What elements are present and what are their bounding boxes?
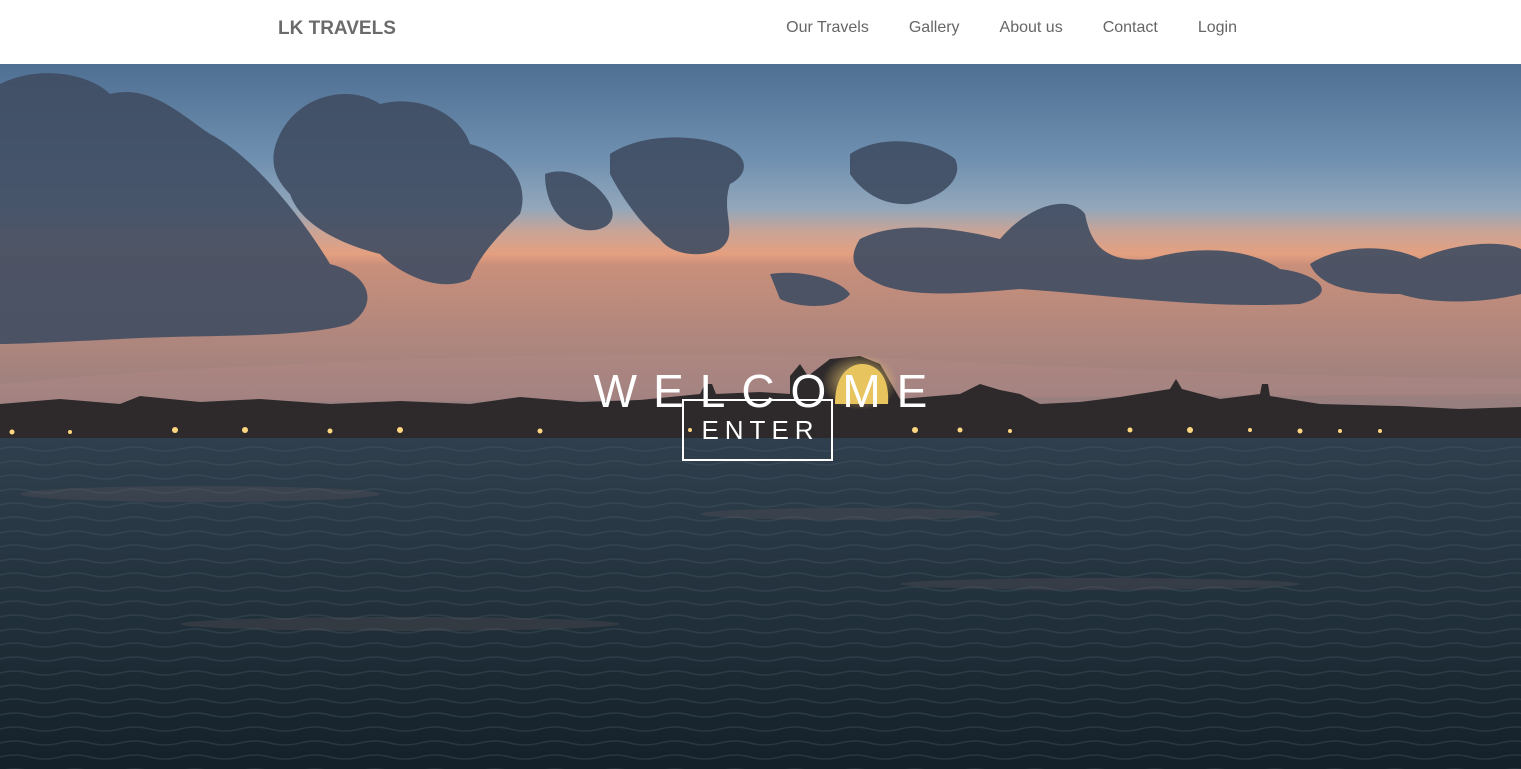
brand-logo-link[interactable]: LK TRAVELS [278, 18, 396, 40]
nav-link-our-travels[interactable]: Our Travels [786, 18, 869, 38]
nav-links: Our Travels Gallery About us Contact Log… [746, 18, 1237, 38]
hero-section: WELCOME ENTER [0, 64, 1521, 769]
nav-link-login[interactable]: Login [1198, 18, 1237, 38]
nav-link-about-us[interactable]: About us [1000, 18, 1063, 38]
nav-link-gallery[interactable]: Gallery [909, 18, 960, 38]
enter-button[interactable]: ENTER [682, 399, 833, 461]
top-navbar: LK TRAVELS Our Travels Gallery About us … [0, 0, 1521, 64]
nav-link-contact[interactable]: Contact [1103, 18, 1158, 38]
